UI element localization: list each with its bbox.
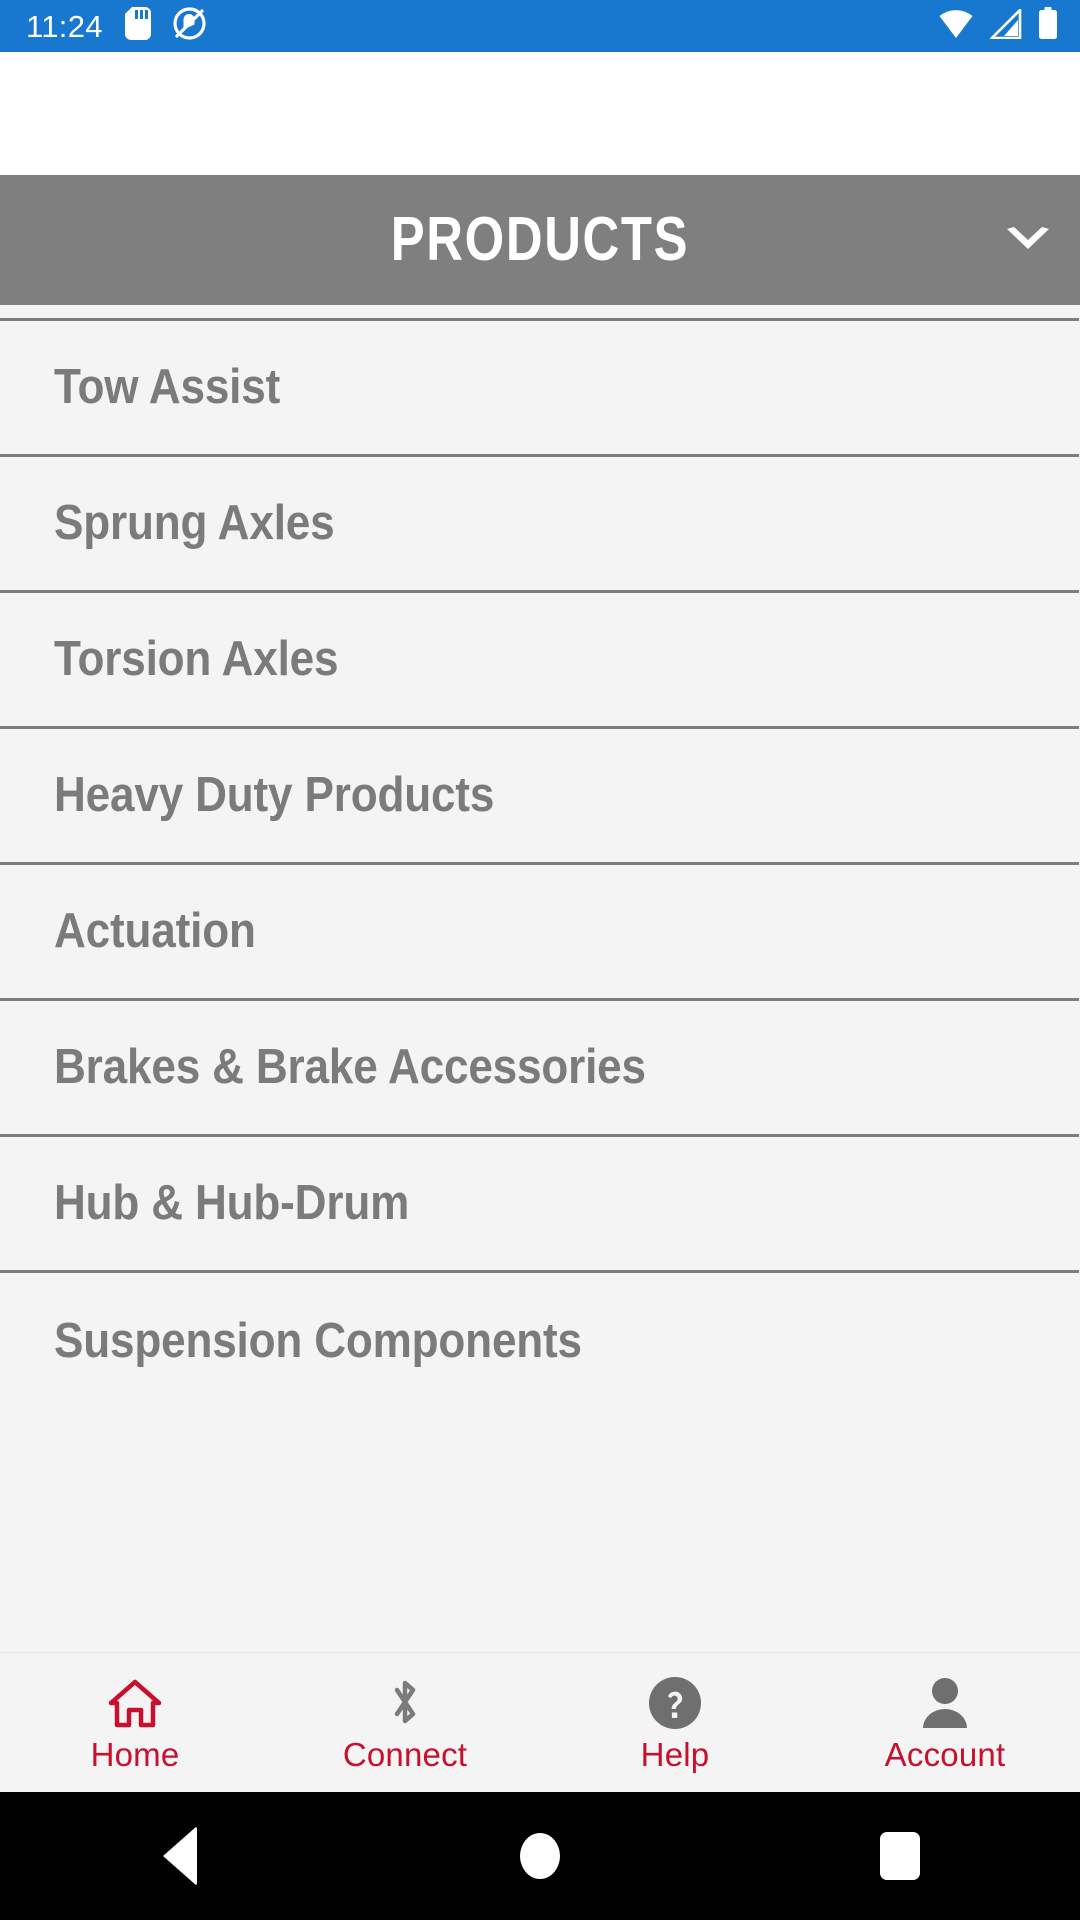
home-button[interactable] bbox=[360, 1833, 720, 1879]
list-top-divider bbox=[0, 305, 1079, 321]
do-not-disturb-icon bbox=[173, 7, 206, 45]
list-item-label: Torsion Axles bbox=[54, 632, 339, 686]
products-list[interactable]: Tow Assist Sprung Axles Torsion Axles He… bbox=[0, 305, 1080, 1652]
tab-help[interactable]: Help bbox=[540, 1653, 810, 1792]
products-section-header[interactable]: PRODUCTS bbox=[0, 175, 1080, 305]
home-icon bbox=[107, 1674, 163, 1730]
page-title: PRODUCTS bbox=[390, 205, 690, 274]
list-item-label: Hub & Hub-Drum bbox=[54, 1176, 410, 1230]
list-item[interactable]: Tow Assist bbox=[0, 321, 1079, 457]
back-button[interactable] bbox=[0, 1826, 360, 1886]
list-item[interactable]: Hub & Hub-Drum bbox=[0, 1137, 1079, 1273]
bluetooth-icon bbox=[385, 1674, 425, 1730]
cellular-signal-icon bbox=[988, 6, 1022, 44]
list-item[interactable]: Sprung Axles bbox=[0, 457, 1079, 593]
list-item[interactable]: Actuation bbox=[0, 865, 1079, 1001]
tab-label: Home bbox=[90, 1736, 180, 1773]
status-bar-right bbox=[938, 6, 1058, 45]
list-item[interactable]: Heavy Duty Products bbox=[0, 729, 1079, 865]
tab-label: Account bbox=[884, 1736, 1006, 1773]
chevron-down-icon[interactable] bbox=[1000, 212, 1056, 268]
recents-square-icon bbox=[880, 1832, 920, 1880]
tab-home[interactable]: Home bbox=[0, 1653, 270, 1792]
app-screen: 11:24 PRODUCTS Tow Assist Sprung Axles T… bbox=[0, 0, 1080, 1920]
list-item-label: Heavy Duty Products bbox=[54, 768, 495, 822]
back-triangle-icon bbox=[163, 1826, 197, 1886]
recents-button[interactable] bbox=[720, 1832, 1080, 1880]
help-circle-icon bbox=[648, 1674, 702, 1730]
tab-label: Connect bbox=[342, 1736, 468, 1773]
tab-label: Help bbox=[640, 1736, 710, 1773]
sd-card-icon bbox=[124, 7, 151, 45]
status-bar: 11:24 bbox=[0, 0, 1080, 52]
tab-connect[interactable]: Connect bbox=[270, 1653, 540, 1792]
battery-icon bbox=[1038, 7, 1058, 45]
content-top-spacer bbox=[0, 52, 1080, 175]
status-bar-clock: 11:24 bbox=[26, 8, 103, 44]
list-item-label: Tow Assist bbox=[54, 360, 281, 414]
wifi-icon bbox=[938, 9, 974, 44]
person-icon bbox=[919, 1674, 971, 1730]
list-item[interactable]: Suspension Components bbox=[0, 1273, 1079, 1409]
list-item[interactable]: Brakes & Brake Accessories bbox=[0, 1001, 1079, 1137]
list-item-label: Sprung Axles bbox=[54, 496, 335, 550]
status-bar-left: 11:24 bbox=[26, 7, 206, 45]
list-item-label: Actuation bbox=[54, 904, 256, 958]
list-item-label: Suspension Components bbox=[54, 1313, 582, 1368]
android-navigation-bar bbox=[0, 1792, 1080, 1920]
list-item-label: Brakes & Brake Accessories bbox=[54, 1040, 646, 1094]
bottom-tab-bar: Home Connect Help Account bbox=[0, 1652, 1080, 1792]
home-circle-icon bbox=[520, 1833, 560, 1879]
tab-account[interactable]: Account bbox=[810, 1653, 1080, 1792]
list-item[interactable]: Torsion Axles bbox=[0, 593, 1079, 729]
